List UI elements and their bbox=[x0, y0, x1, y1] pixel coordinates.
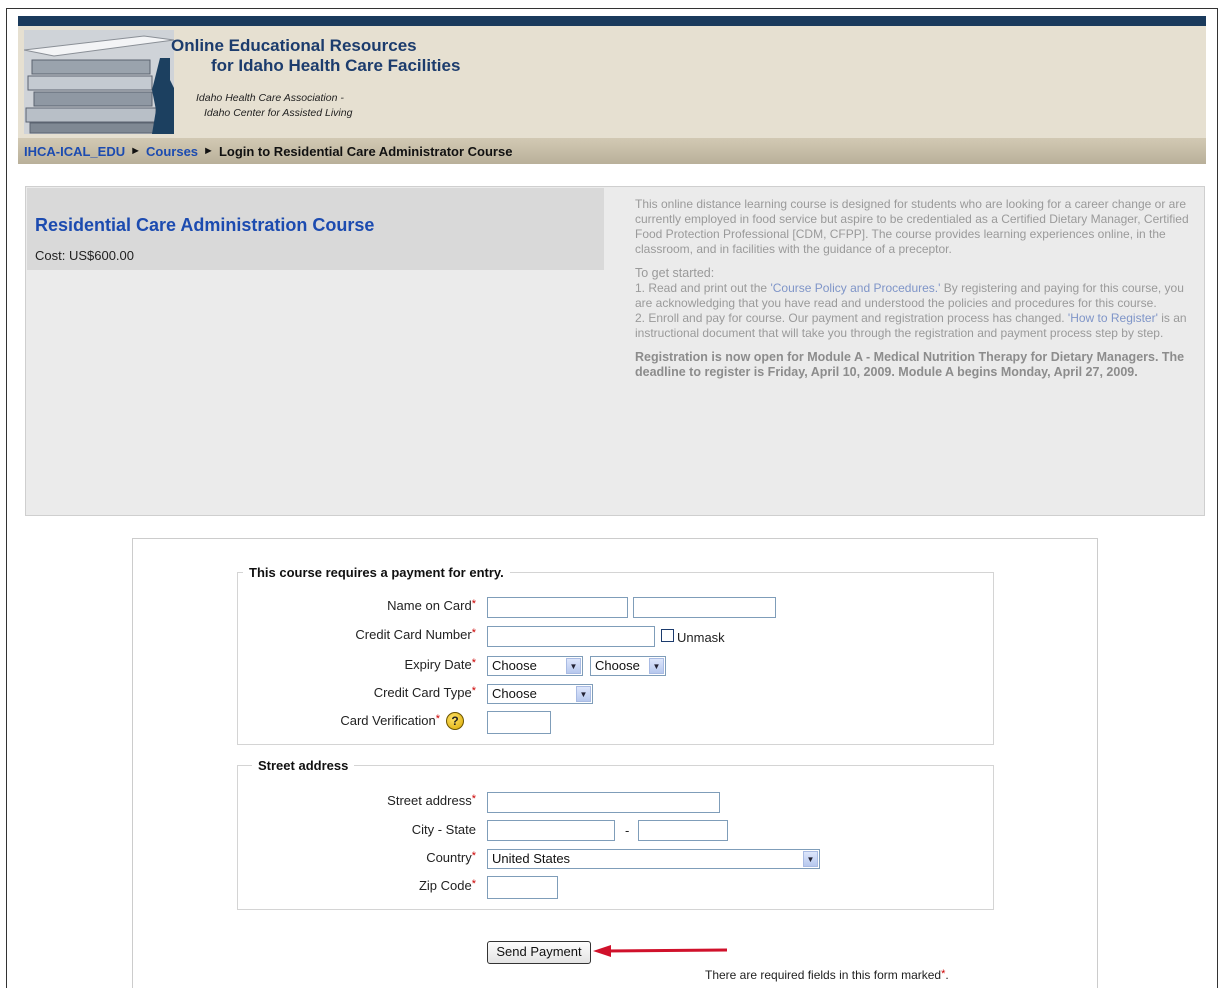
zip-code-label-text: Zip Code bbox=[418, 878, 472, 893]
country-select[interactable]: United States ▼ bbox=[487, 849, 820, 869]
card-verification-label-text: Card Verification bbox=[340, 713, 436, 728]
country-value: United States bbox=[492, 851, 571, 866]
card-number-input[interactable] bbox=[487, 626, 655, 647]
breadcrumb-home-link[interactable]: IHCA-ICAL_EDU bbox=[24, 144, 125, 159]
chevron-down-icon: ▼ bbox=[803, 851, 818, 867]
site-title-line2: for Idaho Health Care Facilities bbox=[211, 56, 461, 75]
site-header: Online Educational Resources for Idaho H… bbox=[18, 16, 1206, 138]
chevron-down-icon: ▼ bbox=[566, 658, 581, 674]
breadcrumb-current: Login to Residential Care Administrator … bbox=[218, 143, 513, 159]
card-number-label-text: Credit Card Number bbox=[355, 627, 472, 642]
required-marker: * bbox=[471, 627, 476, 639]
card-type-label: Credit Card Type* bbox=[276, 685, 476, 700]
get-started-title: To get started: bbox=[635, 266, 715, 280]
address-legend: Street address bbox=[252, 758, 355, 773]
header-top-bar bbox=[18, 16, 1206, 26]
course-name-box: Residential Care Administration Course C… bbox=[27, 188, 604, 270]
card-verification-input[interactable] bbox=[487, 711, 551, 734]
step1-prefix: 1. Read and print out the bbox=[635, 281, 771, 295]
required-marker: * bbox=[471, 850, 476, 862]
chevron-down-icon: ▼ bbox=[576, 686, 591, 702]
expiry-month-select[interactable]: Choose ▼ bbox=[487, 656, 583, 676]
zip-code-input[interactable] bbox=[487, 876, 558, 899]
expiry-date-label: Expiry Date* bbox=[276, 657, 476, 672]
required-marker: * bbox=[471, 598, 476, 610]
how-to-register-link[interactable]: 'How to Register' bbox=[1068, 311, 1158, 325]
payment-legend: This course requires a payment for entry… bbox=[243, 565, 510, 580]
expiry-date-label-text: Expiry Date bbox=[404, 657, 472, 672]
country-label-text: Country bbox=[426, 850, 472, 865]
street-address-label-text: Street address bbox=[387, 793, 472, 808]
course-cost: Cost: US$600.00 bbox=[35, 248, 135, 263]
unmask-checkbox[interactable] bbox=[661, 629, 674, 642]
card-number-label: Credit Card Number* bbox=[276, 627, 476, 642]
chevron-down-icon: ▼ bbox=[649, 658, 664, 674]
required-marker: * bbox=[435, 713, 440, 725]
card-first-name-input[interactable] bbox=[487, 597, 628, 618]
course-name: Residential Care Administration Course bbox=[35, 215, 375, 235]
street-address-input[interactable] bbox=[487, 792, 720, 813]
expiry-month-value: Choose bbox=[492, 658, 537, 673]
required-marker: * bbox=[471, 793, 476, 805]
required-marker: * bbox=[471, 878, 476, 890]
card-type-value: Choose bbox=[492, 686, 537, 701]
breadcrumb: IHCA-ICAL_EDU ► Courses ► Login to Resid… bbox=[18, 138, 1206, 164]
required-fields-note-text: There are required fields in this form m… bbox=[705, 968, 942, 982]
card-type-label-text: Credit Card Type bbox=[373, 685, 472, 700]
course-description: This online distance learning course is … bbox=[635, 197, 1195, 389]
zip-code-label: Zip Code* bbox=[276, 878, 476, 893]
breadcrumb-separator-icon: ► bbox=[203, 145, 214, 157]
required-marker: * bbox=[471, 657, 476, 669]
site-subtitle-line2: Idaho Center for Assisted Living bbox=[204, 107, 353, 119]
street-address-label: Street address* bbox=[276, 793, 476, 808]
card-type-select[interactable]: Choose ▼ bbox=[487, 684, 593, 704]
city-state-label: City - State bbox=[411, 822, 476, 837]
registration-announcement: Registration is now open for Module A - … bbox=[635, 350, 1185, 379]
course-description-text: This online distance learning course is … bbox=[635, 197, 1189, 256]
books-logo-icon bbox=[24, 30, 174, 134]
annotation-arrow-icon bbox=[593, 945, 728, 957]
expiry-year-select[interactable]: Choose ▼ bbox=[590, 656, 666, 676]
course-info-panel: Residential Care Administration Course C… bbox=[25, 186, 1205, 516]
name-on-card-label: Name on Card* bbox=[276, 598, 476, 613]
step2-prefix: 2. Enroll and pay for course. Our paymen… bbox=[635, 311, 1068, 325]
send-payment-button[interactable]: Send Payment bbox=[487, 941, 591, 964]
breadcrumb-separator-icon: ► bbox=[130, 145, 142, 157]
required-fields-note: There are required fields in this form m… bbox=[705, 968, 949, 982]
required-note-period: . bbox=[945, 968, 949, 982]
expiry-year-value: Choose bbox=[595, 658, 640, 673]
city-input[interactable] bbox=[487, 820, 615, 841]
get-started-section: To get started: 1. Read and print out th… bbox=[635, 266, 1195, 341]
site-subtitle-line1: Idaho Health Care Association - bbox=[196, 92, 344, 104]
card-last-name-input[interactable] bbox=[633, 597, 776, 618]
state-input[interactable] bbox=[638, 820, 728, 841]
site-title-line1: Online Educational Resources bbox=[171, 36, 417, 55]
card-verification-label: Card Verification* bbox=[240, 713, 440, 728]
help-icon[interactable]: ? bbox=[446, 712, 464, 730]
unmask-label: Unmask bbox=[677, 630, 725, 645]
name-on-card-label-text: Name on Card bbox=[387, 598, 472, 613]
country-label: Country* bbox=[276, 850, 476, 865]
course-policy-link[interactable]: 'Course Policy and Procedures.' bbox=[770, 281, 940, 295]
city-state-separator: - bbox=[625, 823, 630, 838]
breadcrumb-courses-link[interactable]: Courses bbox=[146, 144, 198, 159]
required-marker: * bbox=[471, 685, 476, 697]
